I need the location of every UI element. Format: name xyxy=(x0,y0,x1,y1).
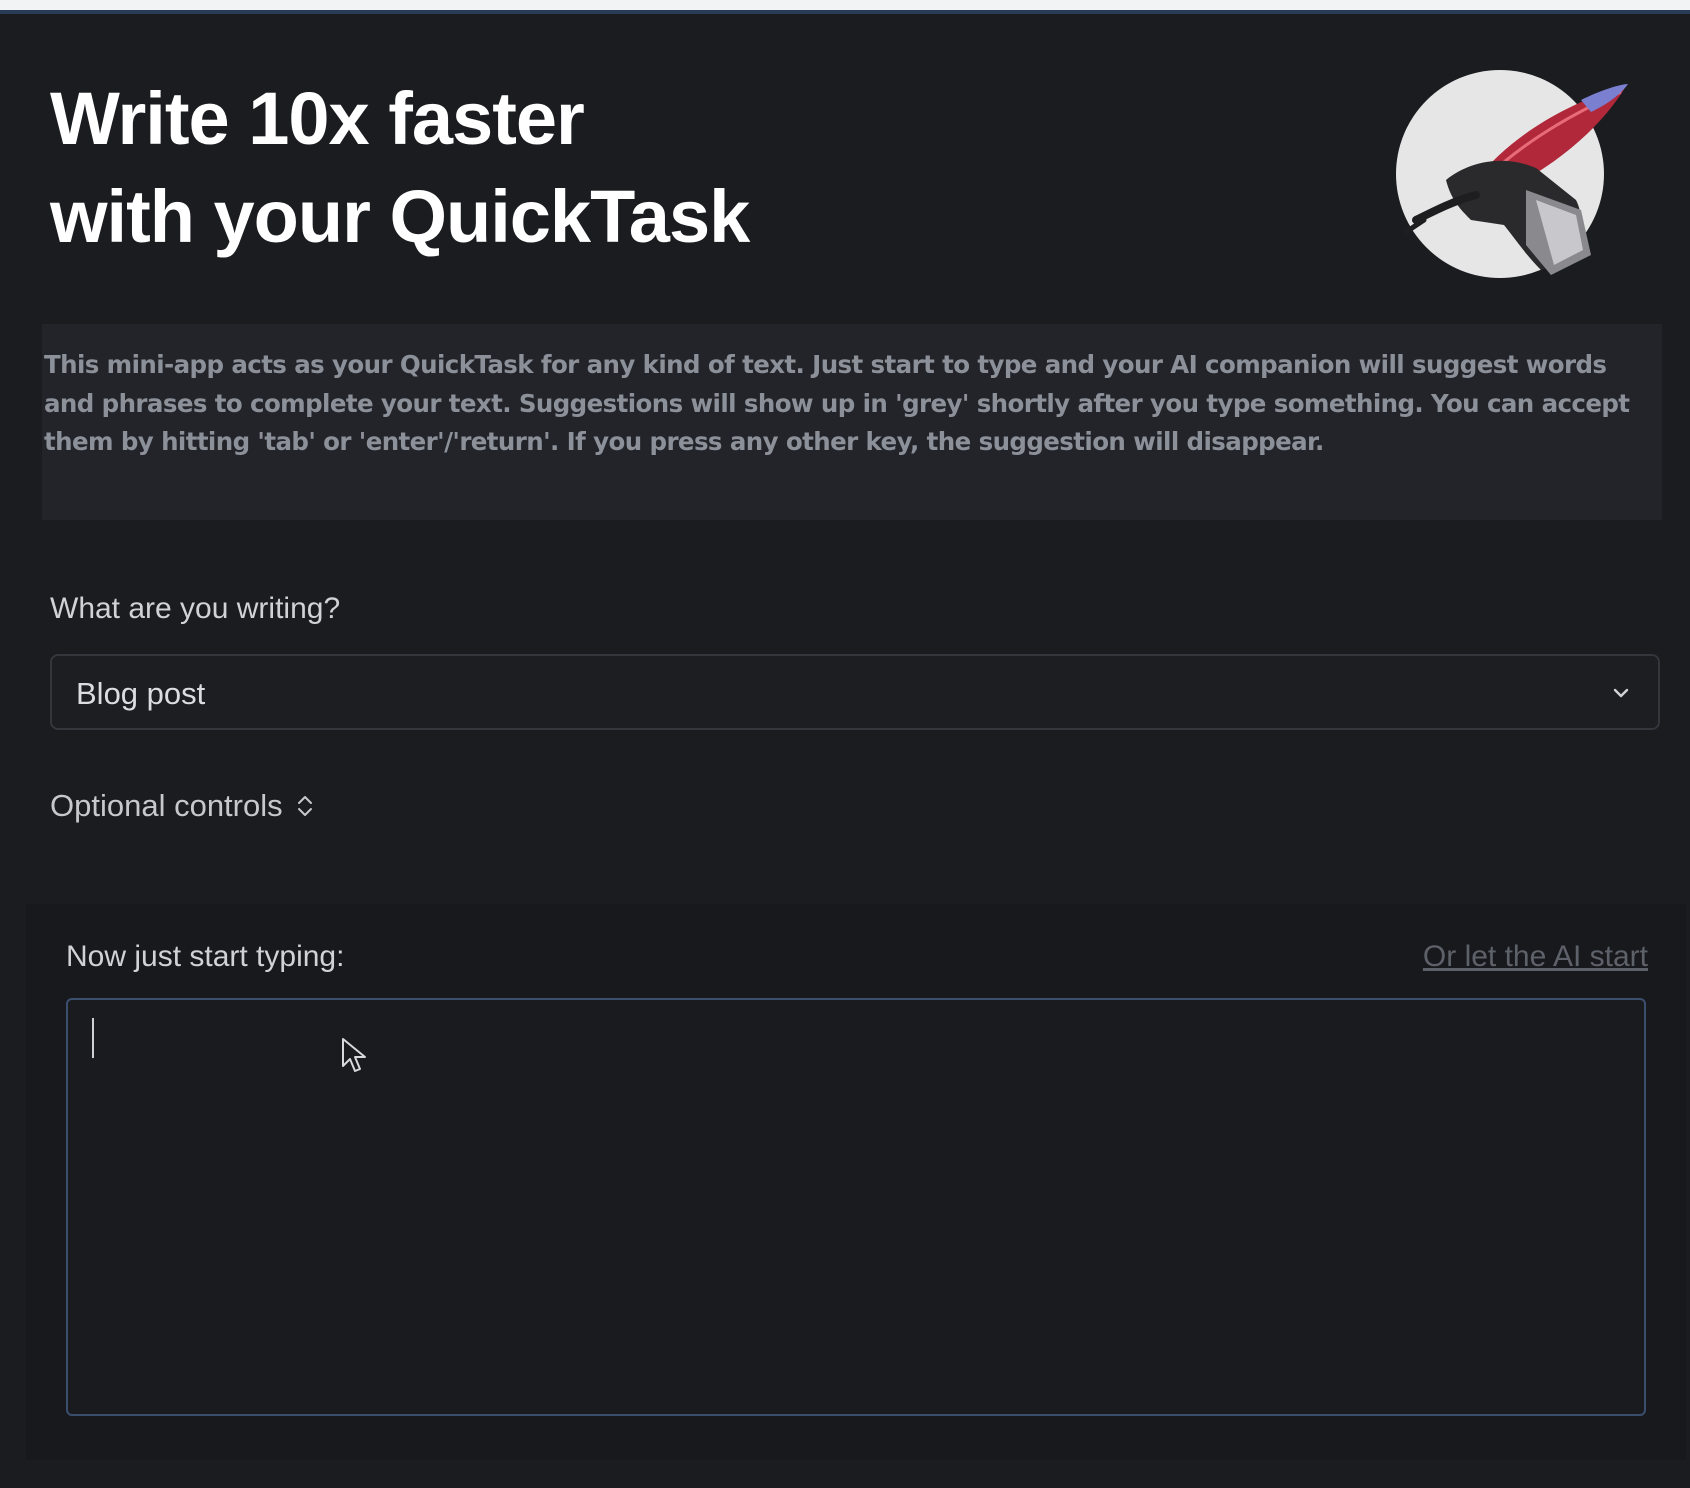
app-description: This mini-app acts as your QuickTask for… xyxy=(42,324,1662,520)
editor-panel: Now just start typing: Or let the AI sta… xyxy=(26,904,1686,1460)
editor-prompt-label: Now just start typing: xyxy=(66,940,345,973)
optional-controls-toggle[interactable]: Optional controls xyxy=(50,788,317,824)
text-caret xyxy=(92,1018,94,1058)
mouse-pointer-icon xyxy=(342,1038,366,1072)
writing-type-selected-value: Blog post xyxy=(76,676,206,711)
writing-type-select[interactable]: Blog post xyxy=(50,654,1660,730)
browser-top-bar xyxy=(0,0,1690,14)
chevron-down-icon xyxy=(1613,688,1629,698)
app-page: Write 10x faster with your QuickTask Thi… xyxy=(0,14,1690,1488)
writing-type-label: What are you writing? xyxy=(50,592,341,625)
title-line-2: with your QuickTask xyxy=(50,175,750,258)
quill-hand-icon xyxy=(1396,70,1628,278)
page-title: Write 10x faster with your QuickTask xyxy=(50,70,750,266)
optional-controls-label: Optional controls xyxy=(50,788,283,823)
editor-textarea[interactable] xyxy=(66,998,1646,1416)
expand-collapse-icon xyxy=(297,796,312,816)
ai-start-link[interactable]: Or let the AI start xyxy=(1423,940,1648,974)
title-line-1: Write 10x faster xyxy=(50,77,585,160)
